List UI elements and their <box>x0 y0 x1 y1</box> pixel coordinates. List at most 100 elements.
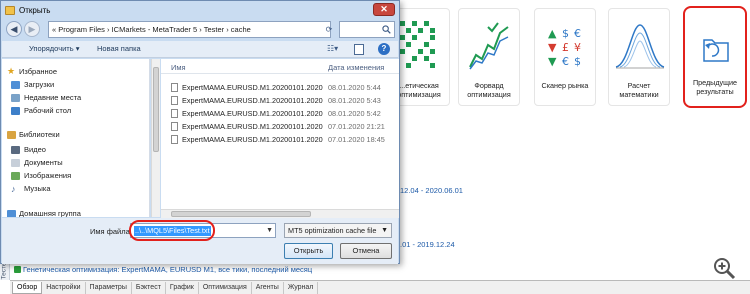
star-icon: ★ <box>7 66 16 76</box>
file-name: ExpertMAMA.EURUSD.M1.20200101.20200... <box>182 122 323 131</box>
hscrollbar-thumb[interactable] <box>171 211 311 217</box>
file-date: 07.01.2020 21:21 <box>328 122 385 131</box>
file-row[interactable]: ExpertMAMA.EURUSD.M1.20200101.20200... 0… <box>161 133 399 145</box>
nav-video[interactable]: Видео <box>24 145 46 154</box>
file-list: Имя Дата изменения ExpertMAMA.EURUSD.M1.… <box>161 59 399 217</box>
tile-math-calculation[interactable]: Расчет математики <box>608 8 670 106</box>
nav-favorites[interactable]: Избранное <box>19 67 57 76</box>
tab-backtest[interactable]: Бэктест <box>132 282 166 294</box>
nav-music[interactable]: Музыка <box>24 184 51 193</box>
help-icon[interactable]: ? <box>378 43 390 55</box>
documents-icon <box>11 159 20 167</box>
nav-desktop[interactable]: Рабочий стол <box>24 106 71 115</box>
preview-pane-icon[interactable] <box>354 44 364 55</box>
svg-text:$: $ <box>562 27 569 40</box>
tile-math-label: Расчет математики <box>619 81 659 99</box>
new-folder-button[interactable]: Новая папка <box>97 44 141 53</box>
tile-previous-label: Предыдущие результаты <box>692 78 738 96</box>
filename-label: Имя файла: <box>90 227 132 236</box>
navigation-pane: ★ Избранное Загрузки Недавние места Рабо… <box>2 59 150 217</box>
strategy-tester-window: ...етическая оптимизация Форвард оптимиз… <box>0 0 750 294</box>
column-header-row: Имя Дата изменения <box>161 59 399 74</box>
folder-icon <box>5 5 15 15</box>
images-icon <box>11 172 20 180</box>
file-date: 08.01.2020 5:42 <box>328 109 381 118</box>
nav-homegroup[interactable]: Домашняя группа <box>19 209 81 217</box>
file-icon <box>171 109 178 118</box>
organize-button[interactable]: Упорядочить ▾ <box>29 44 79 53</box>
column-name[interactable]: Имя <box>171 63 186 72</box>
file-icon <box>171 122 178 131</box>
dialog-toolbar: Упорядочить ▾ Новая папка ☷▾ ? <box>2 41 398 58</box>
bottom-tab-bar: Обзор Настройки Параметры Бэктест График… <box>10 280 750 294</box>
chevron-down-icon[interactable]: ▼ <box>266 227 273 234</box>
file-row[interactable]: ExpertMAMA.EURUSD.M1.20200101.20200... 0… <box>161 107 399 119</box>
tab-journal[interactable]: Журнал <box>284 282 319 294</box>
filetype-value: MT5 optimization cache file <box>288 226 377 235</box>
test-range-1[interactable]: 12.04 - 2020.06.01 <box>400 186 463 195</box>
nav-scrollbar-thumb[interactable] <box>153 67 159 152</box>
open-button[interactable]: Открыть <box>284 243 333 259</box>
highlight-annotation <box>129 220 215 241</box>
tab-parameters[interactable]: Параметры <box>86 282 132 294</box>
svg-text:€: € <box>562 55 569 68</box>
svg-text:▼: ▼ <box>548 41 557 54</box>
file-icon <box>171 96 178 105</box>
svg-text:▲: ▲ <box>548 27 557 40</box>
tab-graph[interactable]: График <box>166 282 199 294</box>
file-row[interactable]: ExpertMAMA.EURUSD.M1.20200101.20200... 0… <box>161 94 399 106</box>
tile-previous-results[interactable]: Предыдущие результаты <box>683 6 747 108</box>
recent-places-icon <box>11 94 20 102</box>
currency-scanner-icon: ▲ $ € ▼ £ ¥ ▼ € $ <box>548 27 581 68</box>
nav-downloads[interactable]: Загрузки <box>24 80 54 89</box>
file-name: ExpertMAMA.EURUSD.M1.20200101.20200... <box>182 83 323 92</box>
file-row[interactable]: ExpertMAMA.EURUSD.M1.20200101.20200... 0… <box>161 81 399 93</box>
music-icon: ♪ <box>11 184 16 194</box>
refresh-icon[interactable]: ⟳ <box>323 22 335 37</box>
downloads-icon <box>11 81 20 89</box>
svg-text:¥: ¥ <box>574 41 581 54</box>
svg-text:▼: ▼ <box>548 55 557 68</box>
svg-text:£: £ <box>562 41 569 54</box>
zoom-in-icon[interactable] <box>712 256 736 280</box>
tile-forward-label: Форвард оптимизация <box>467 81 511 99</box>
close-button[interactable]: ✕ <box>373 3 395 16</box>
filetype-select[interactable]: MT5 optimization cache file ▼ <box>284 223 392 238</box>
file-date: 08.01.2020 5:44 <box>328 83 381 92</box>
file-date: 07.01.2020 18:45 <box>328 135 385 144</box>
tile-market-scanner[interactable]: ▲ $ € ▼ £ ¥ ▼ € $ Сканер рынка <box>534 8 596 106</box>
chevron-down-icon: ▼ <box>381 227 388 234</box>
back-button[interactable]: ◀ <box>6 21 22 37</box>
address-bar[interactable]: « Program Files › ICMarkets - MetaTrader… <box>48 21 331 38</box>
cancel-button[interactable]: Отмена <box>340 243 392 259</box>
view-options-icon[interactable]: ☷▾ <box>327 44 345 55</box>
file-name: ExpertMAMA.EURUSD.M1.20200101.20200... <box>182 135 323 144</box>
nav-images[interactable]: Изображения <box>24 171 71 180</box>
nav-libraries[interactable]: Библиотеки <box>19 130 60 139</box>
nav-recent[interactable]: Недавние места <box>24 93 81 102</box>
dialog-titlebar: Открыть <box>5 3 50 17</box>
math-curve-icon <box>615 24 665 69</box>
nav-scrollbar[interactable] <box>151 59 160 217</box>
search-input[interactable] <box>339 21 395 38</box>
open-file-dialog: Открыть ✕ ◀ ▶ « Program Files › ICMarket… <box>0 0 400 264</box>
svg-text:$: $ <box>574 55 581 68</box>
tab-agents[interactable]: Агенты <box>252 282 284 294</box>
desktop-icon <box>11 107 20 115</box>
nav-documents[interactable]: Документы <box>24 158 63 167</box>
tab-settings[interactable]: Настройки <box>42 282 86 294</box>
video-icon <box>11 146 20 154</box>
file-date: 08.01.2020 5:43 <box>328 96 381 105</box>
column-date[interactable]: Дата изменения <box>328 63 384 72</box>
forward-button[interactable]: ▶ <box>24 21 40 37</box>
tab-optimization[interactable]: Оптимизация <box>199 282 252 294</box>
file-list-hscrollbar[interactable] <box>161 209 399 218</box>
dialog-title: Открыть <box>19 5 51 15</box>
search-icon <box>382 25 391 34</box>
tab-overview[interactable]: Обзор <box>12 282 43 294</box>
test-range-2[interactable]: .01 - 2019.12.24 <box>400 240 455 249</box>
file-row[interactable]: ExpertMAMA.EURUSD.M1.20200101.20200... 0… <box>161 120 399 132</box>
last-optimization-status[interactable]: Генетическая оптимизация: ExpertMAMA, EU… <box>23 265 312 274</box>
tile-forward-optimization[interactable]: Форвард оптимизация <box>458 8 520 106</box>
file-icon <box>171 83 178 92</box>
